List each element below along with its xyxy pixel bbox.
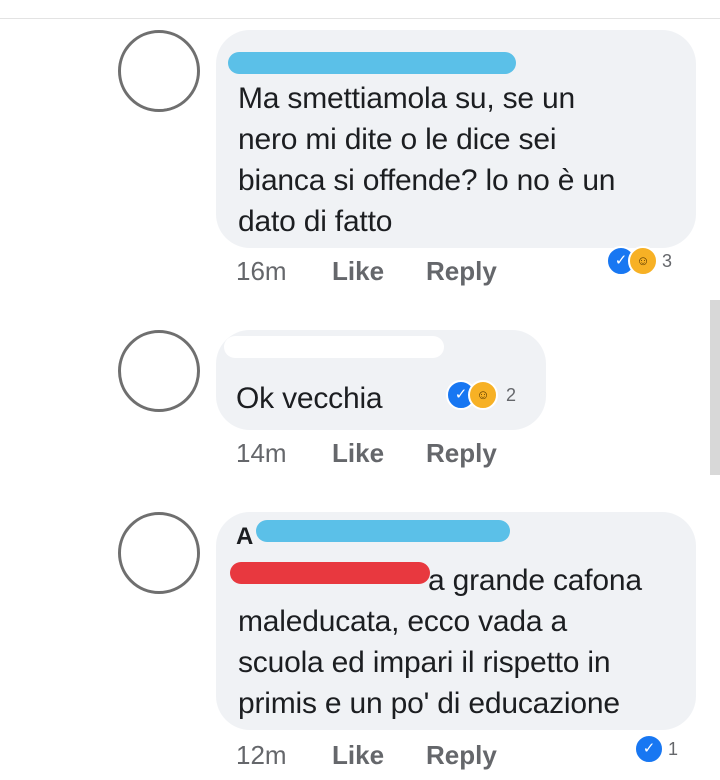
reaction-summary[interactable]: ✓ 1 [634, 734, 694, 764]
like-link[interactable]: Like [332, 740, 384, 771]
redacted-author-name [256, 520, 510, 542]
haha-icon: ☺ [628, 246, 658, 276]
reply-link[interactable]: Reply [426, 256, 497, 287]
top-divider [0, 18, 720, 19]
reaction-count: 2 [506, 385, 517, 405]
like-link[interactable]: Like [332, 256, 384, 287]
comment-time: 16m [236, 256, 287, 286]
redacted-author-name [228, 52, 516, 74]
reply-link[interactable]: Reply [426, 438, 497, 469]
comment-text: Ok vecchia [236, 382, 383, 415]
avatar[interactable] [118, 30, 200, 112]
redacted-author-name [224, 336, 444, 358]
reaction-count: 1 [668, 739, 679, 759]
like-icon: ✓ [634, 734, 664, 764]
reaction-summary[interactable]: ✓ ☺ 2 [446, 380, 536, 410]
reaction-summary[interactable]: ✓ ☺ 3 [606, 246, 686, 276]
comment-time: 12m [236, 740, 287, 770]
avatar[interactable] [118, 512, 200, 594]
avatar[interactable] [118, 330, 200, 412]
comment-bubble: A a grande cafona maleducata, ecco vada … [216, 512, 696, 730]
like-link[interactable]: Like [332, 438, 384, 469]
reaction-count: 3 [662, 251, 673, 271]
author-name-fragment: A [236, 523, 254, 550]
comment-text: Ma smettiamola su, se un nero mi dite o … [238, 82, 616, 238]
right-edge-scrollbar[interactable] [710, 300, 720, 475]
comment-text: a grande cafona maleducata, ecco vada a … [238, 564, 642, 720]
comment-bubble: Ma smettiamola su, se un nero mi dite o … [216, 30, 696, 248]
reply-link[interactable]: Reply [426, 740, 497, 771]
comment-time: 14m [236, 438, 287, 468]
haha-icon: ☺ [468, 380, 498, 410]
